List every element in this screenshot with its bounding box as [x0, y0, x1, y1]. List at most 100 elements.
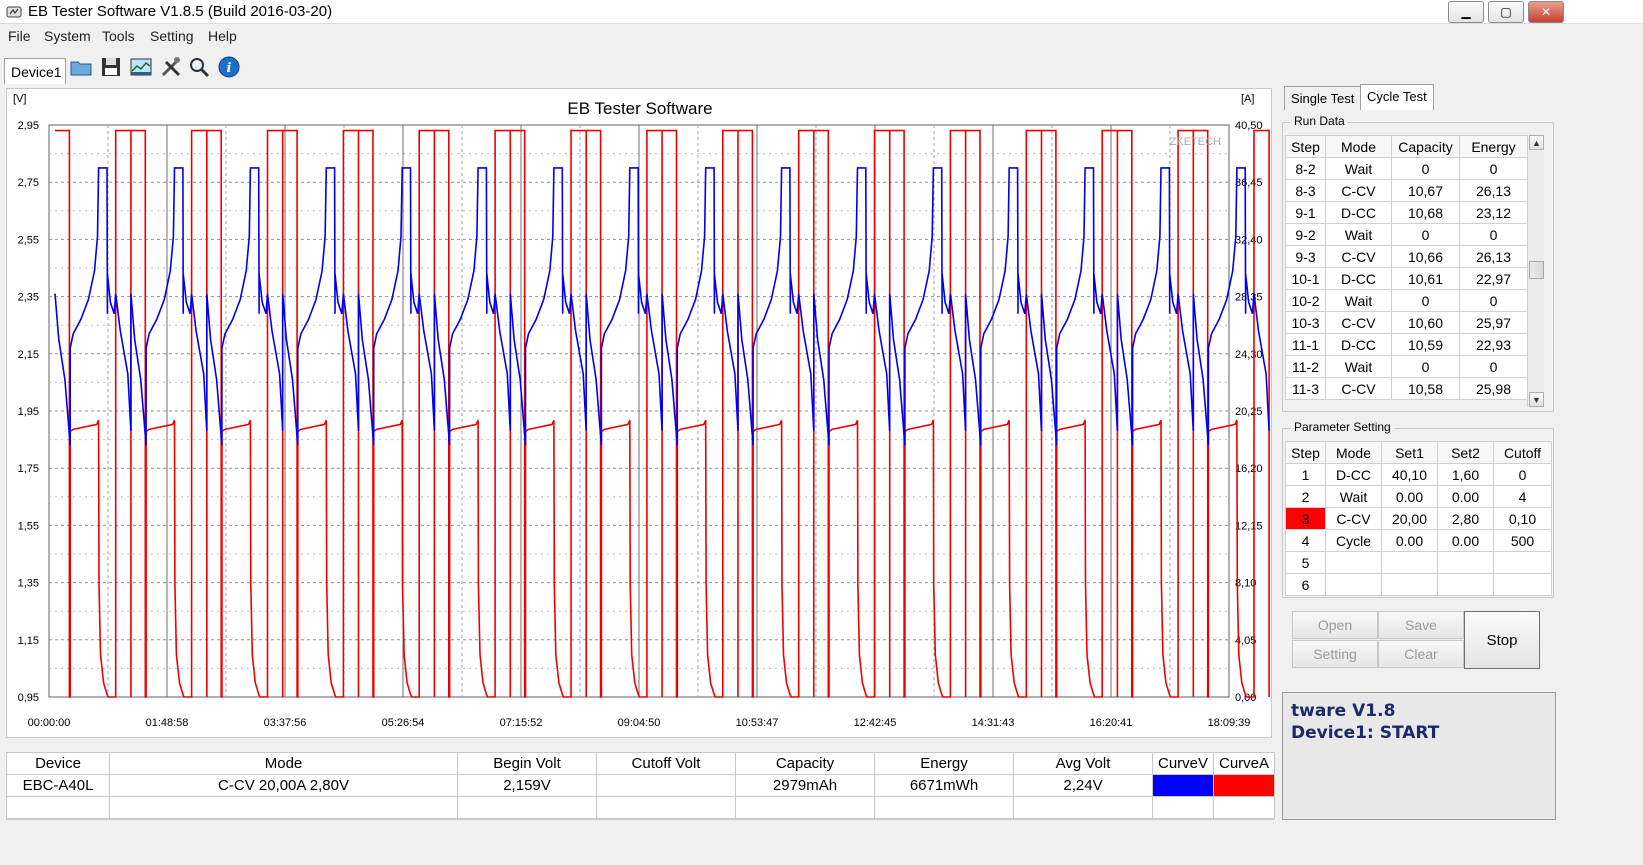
y-axis-right: 40,5036,4532,4028,3524,3020,2516,2012,15…: [1235, 120, 1263, 704]
parameter-cell[interactable]: 500: [1493, 529, 1552, 552]
run-data-cell: 0: [1391, 355, 1460, 378]
parameter-row[interactable]: 4 Cycle 0.00 0.00 500: [1285, 529, 1552, 552]
run-data-row[interactable]: 11-3 C-CV 10,58 25,98: [1285, 377, 1528, 400]
chart-title: EB Tester Software: [567, 99, 712, 118]
menu-setting[interactable]: Setting: [150, 28, 194, 44]
chart-icon[interactable]: [128, 54, 154, 80]
parameter-cell[interactable]: 5: [1285, 551, 1326, 574]
y-left-tick-label: 2,55: [18, 234, 39, 246]
parameter-cell[interactable]: 1,60: [1437, 463, 1494, 486]
tab-single-test[interactable]: Single Test: [1284, 86, 1362, 110]
run-data-row[interactable]: 11-2 Wait 0 0: [1285, 355, 1528, 378]
run-data-cell: D-CC: [1325, 333, 1392, 356]
parameter-cell[interactable]: 4: [1493, 485, 1552, 508]
y-right-tick-label: 36,45: [1235, 177, 1263, 189]
parameter-row[interactable]: 3 C-CV 20,00 2,80 0,10: [1285, 507, 1552, 530]
save-button[interactable]: Save: [1378, 611, 1464, 639]
parameter-cell[interactable]: [1325, 573, 1382, 596]
left-axis-unit: [V]: [13, 93, 26, 105]
close-button[interactable]: ✕: [1528, 1, 1564, 23]
run-data-cell: 10,59: [1391, 333, 1460, 356]
setting-button[interactable]: Setting: [1292, 640, 1378, 668]
parameter-cell[interactable]: 2: [1285, 485, 1326, 508]
parameter-cell[interactable]: 1: [1285, 463, 1326, 486]
parameter-cell[interactable]: 2,80: [1437, 507, 1494, 530]
parameter-cell[interactable]: D-CC: [1325, 463, 1382, 486]
parameter-row[interactable]: 6: [1285, 573, 1552, 596]
run-data-cell: 11-3: [1285, 377, 1326, 400]
run-data-cell: 23,12: [1459, 201, 1528, 224]
magnifier-icon[interactable]: [186, 54, 212, 80]
curve-a-swatch[interactable]: [1213, 774, 1275, 797]
x-tick-label: 12:42:45: [854, 717, 897, 729]
parameter-cell[interactable]: 0.00: [1437, 485, 1494, 508]
parameter-cell[interactable]: 6: [1285, 573, 1326, 596]
parameter-row[interactable]: 2 Wait 0.00 0.00 4: [1285, 485, 1552, 508]
active-step-cell[interactable]: 3: [1285, 507, 1326, 530]
y-left-tick-label: 1,95: [18, 406, 39, 418]
menu-system[interactable]: System: [44, 28, 91, 44]
folder-icon[interactable]: [68, 54, 94, 80]
menu-tools[interactable]: Tools: [102, 28, 135, 44]
run-data-scrollbar[interactable]: ▲ ▼: [1527, 135, 1544, 407]
run-data-row[interactable]: 11-1 D-CC 10,59 22,93: [1285, 333, 1528, 356]
parameter-cell[interactable]: Cycle: [1325, 529, 1382, 552]
maximize-button[interactable]: ▢: [1488, 1, 1524, 23]
summary-header: Begin Volt: [457, 752, 597, 775]
parameter-row[interactable]: 5: [1285, 551, 1552, 574]
scroll-thumb[interactable]: [1529, 261, 1544, 279]
parameter-cell[interactable]: [1325, 551, 1382, 574]
run-data-row[interactable]: 9-1 D-CC 10,68 23,12: [1285, 201, 1528, 224]
parameter-cell[interactable]: 40,10: [1381, 463, 1438, 486]
x-tick-label: 07:15:52: [500, 717, 543, 729]
parameter-cell[interactable]: 0,10: [1493, 507, 1552, 530]
curve-v-swatch[interactable]: [1152, 774, 1214, 797]
parameter-cell[interactable]: [1437, 551, 1494, 574]
clear-button[interactable]: Clear: [1378, 640, 1464, 668]
parameter-cell[interactable]: 20,00: [1381, 507, 1438, 530]
run-data-header[interactable]: Capacity: [1391, 135, 1460, 158]
parameter-header: Cutoff: [1493, 441, 1552, 464]
info-icon[interactable]: i: [216, 54, 242, 80]
parameter-cell[interactable]: 4: [1285, 529, 1326, 552]
device-tab[interactable]: Device1: [4, 58, 66, 84]
parameter-cell[interactable]: [1381, 573, 1438, 596]
minimize-button[interactable]: ▁: [1448, 1, 1484, 23]
scroll-up-arrow-icon[interactable]: ▲: [1529, 135, 1544, 150]
tab-cycle-test[interactable]: Cycle Test: [1360, 84, 1434, 110]
open-button[interactable]: Open: [1292, 611, 1378, 639]
run-data-cell: 0: [1459, 157, 1528, 180]
parameter-cell[interactable]: 0: [1493, 463, 1552, 486]
run-data-row[interactable]: 10-3 C-CV 10,60 25,97: [1285, 311, 1528, 334]
run-data-row[interactable]: 10-1 D-CC 10,61 22,97: [1285, 267, 1528, 290]
parameter-cell[interactable]: 0.00: [1381, 485, 1438, 508]
parameter-cell[interactable]: Wait: [1325, 485, 1382, 508]
stop-button[interactable]: Stop: [1464, 611, 1540, 669]
y-left-tick-label: 2,15: [18, 349, 39, 361]
run-data-row[interactable]: 9-3 C-CV 10,66 26,13: [1285, 245, 1528, 268]
parameter-cell[interactable]: [1493, 551, 1552, 574]
run-data-cell: 0: [1391, 157, 1460, 180]
parameter-row[interactable]: 1 D-CC 40,10 1,60 0: [1285, 463, 1552, 486]
y-axis-left: 2,95 2,75 2,55 2,35 2,15 1,95 1,75 1,55 1,35 1,15…: [18, 120, 39, 704]
run-data-header[interactable]: Energy: [1459, 135, 1528, 158]
menu-help[interactable]: Help: [208, 28, 237, 44]
parameter-cell[interactable]: 0.00: [1381, 529, 1438, 552]
menu-file[interactable]: File: [8, 28, 31, 44]
parameter-cell[interactable]: 0.00: [1437, 529, 1494, 552]
run-data-row[interactable]: 10-2 Wait 0 0: [1285, 289, 1528, 312]
run-data-header[interactable]: Step: [1285, 135, 1326, 158]
run-data-row[interactable]: 8-2 Wait 0 0: [1285, 157, 1528, 180]
parameter-cell[interactable]: [1493, 573, 1552, 596]
save-icon[interactable]: [98, 54, 124, 80]
scroll-down-arrow-icon[interactable]: ▼: [1529, 392, 1544, 407]
run-data-row[interactable]: 9-2 Wait 0 0: [1285, 223, 1528, 246]
parameter-cell[interactable]: [1437, 573, 1494, 596]
summary-empty-cell: [596, 796, 736, 819]
run-data-row[interactable]: 8-3 C-CV 10,67 26,13: [1285, 179, 1528, 202]
run-data-header[interactable]: Mode: [1325, 135, 1392, 158]
parameter-cell[interactable]: [1381, 551, 1438, 574]
y-left-tick-label: 2,35: [18, 292, 39, 304]
parameter-cell[interactable]: C-CV: [1325, 507, 1382, 530]
tools-icon[interactable]: [158, 54, 184, 80]
